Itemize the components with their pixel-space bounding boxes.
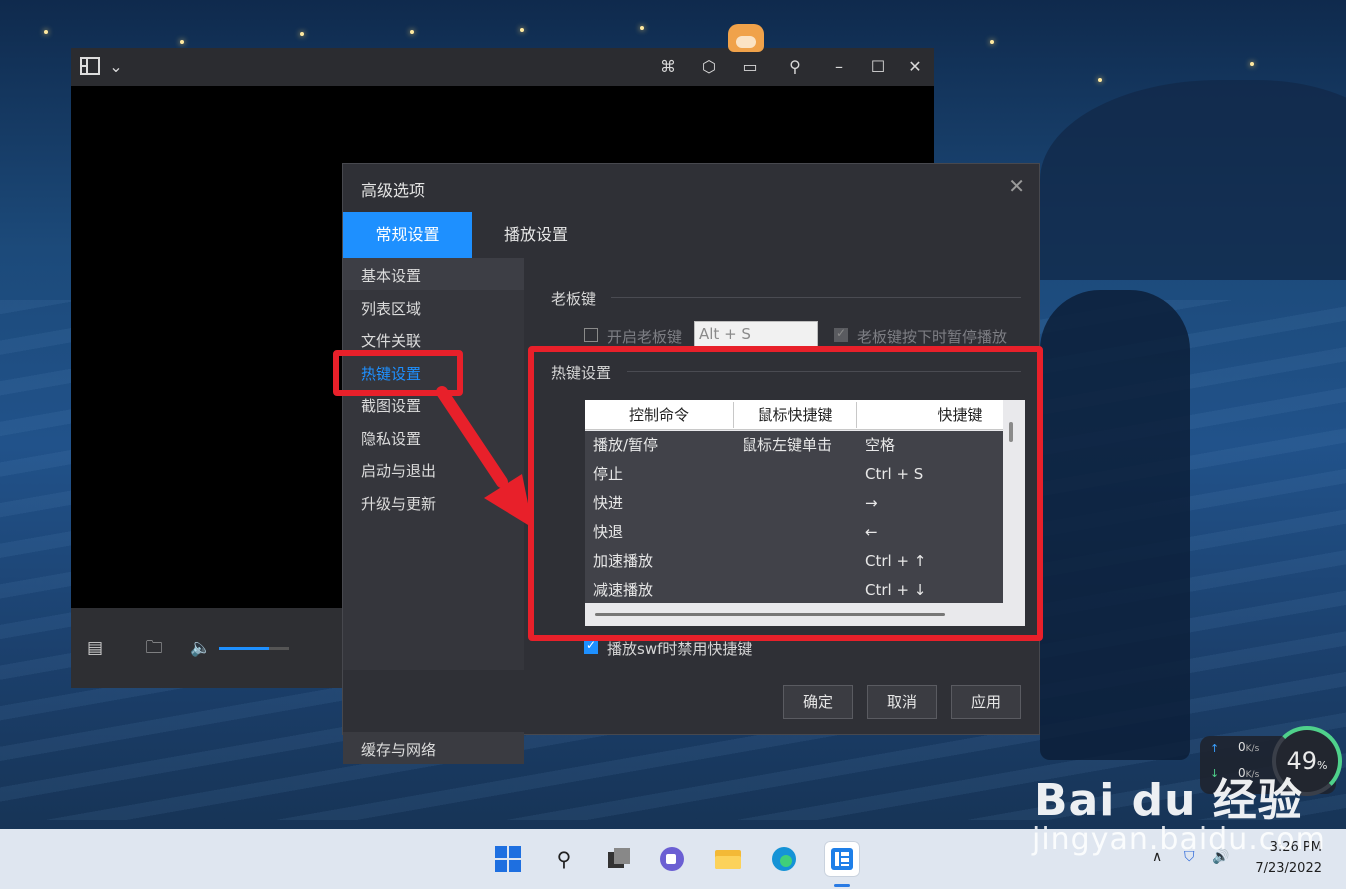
baidu-watermark-logo: Bai du 经验 (1034, 775, 1303, 826)
search-icon[interactable]: ⚲ (546, 841, 582, 877)
edge-icon[interactable] (766, 841, 802, 877)
baidu-watermark-url: jingyan.baidu.com (1032, 822, 1326, 857)
start-icon[interactable] (490, 841, 526, 877)
task-view-icon[interactable] (600, 841, 636, 877)
upload-speed: 0K/s (1238, 740, 1260, 754)
taskbar-date[interactable]: 7/23/2022 (1255, 861, 1322, 876)
teams-icon[interactable] (654, 841, 690, 877)
player-app-icon[interactable] (824, 841, 860, 877)
active-app-indicator (834, 884, 850, 887)
highlight-arrow (436, 386, 533, 528)
upload-arrow-icon: ↑ (1210, 742, 1220, 755)
file-explorer-icon[interactable] (710, 841, 746, 877)
